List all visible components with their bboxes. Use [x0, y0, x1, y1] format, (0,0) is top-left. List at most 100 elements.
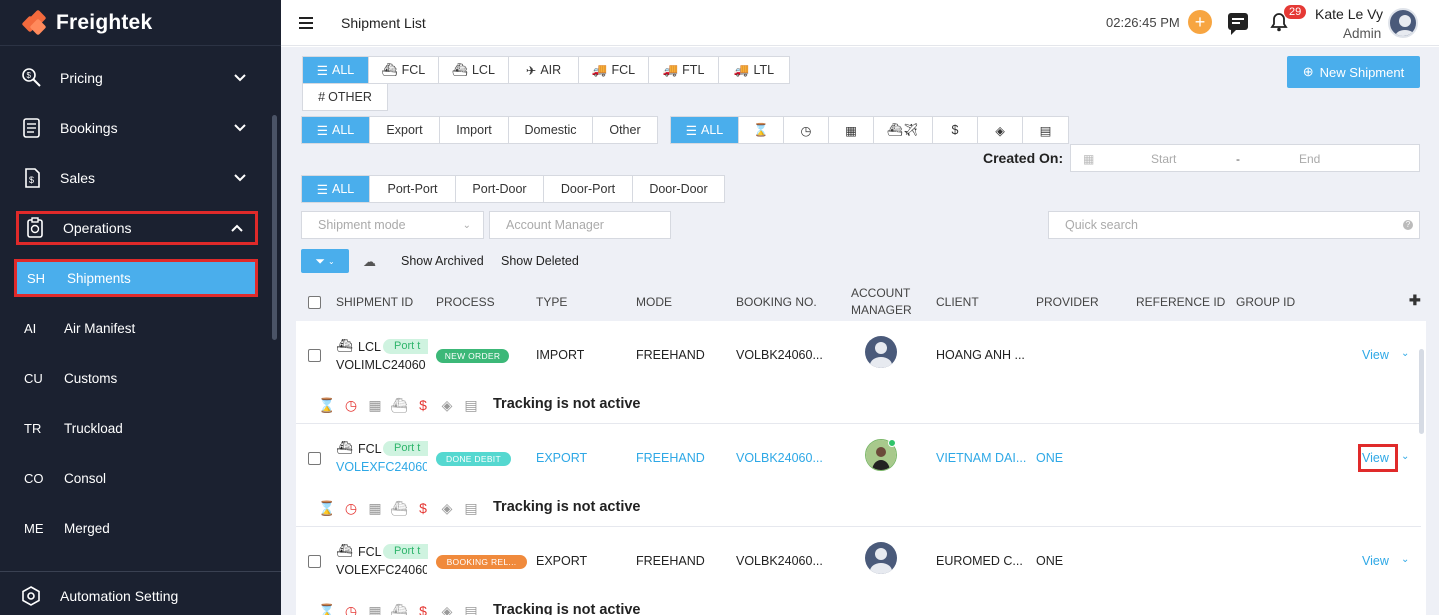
- table-row[interactable]: ⛴ LCL Port t VOLIMLC24060 NEW ORDER IMPO…: [296, 321, 1421, 424]
- sidebar-item-automation-setting[interactable]: Automation Setting: [16, 579, 258, 613]
- tab-mode-air[interactable]: ✈ AIR: [509, 57, 579, 83]
- account-manager-select[interactable]: Account Manager: [489, 211, 671, 239]
- avatar[interactable]: [1388, 8, 1418, 38]
- column-header-group-id[interactable]: GROUP ID: [1236, 295, 1295, 309]
- row-checkbox[interactable]: [308, 349, 321, 362]
- chat-icon[interactable]: [1228, 13, 1248, 35]
- tab-mode-fcl-truck[interactable]: 🚚 FCL: [579, 57, 649, 83]
- select-all-checkbox[interactable]: [308, 296, 321, 309]
- booking-no-cell[interactable]: VOLBK24060...: [736, 554, 823, 568]
- tab-type-import[interactable]: Import: [440, 117, 509, 143]
- show-archived-toggle[interactable]: Show Archived: [401, 254, 484, 268]
- column-header-shipment-id[interactable]: SHIPMENT ID: [336, 295, 413, 309]
- date-range-separator: -: [1236, 152, 1240, 166]
- list-icon: ☰: [685, 123, 697, 138]
- quick-search-input[interactable]: Quick search ?: [1048, 211, 1420, 239]
- filter-button[interactable]: ⏷ ⌄: [301, 249, 349, 273]
- tab-route-all[interactable]: ☰ ALL: [302, 176, 370, 202]
- sidebar-subitem-customs[interactable]: CU Customs: [14, 359, 258, 397]
- tab-route-port-door[interactable]: Port-Door: [456, 176, 544, 202]
- client-cell[interactable]: VIETNAM DAI...: [936, 451, 1026, 465]
- sidebar-subitem-code: AI: [24, 320, 37, 336]
- tag-icon[interactable]: ◈: [978, 117, 1023, 143]
- tab-mode-fcl-sea[interactable]: ⛴ FCL: [369, 57, 439, 83]
- chevron-down-icon[interactable]: ⌄: [1401, 451, 1409, 462]
- tab-type-other[interactable]: Other: [593, 117, 657, 143]
- tab-route-door-port[interactable]: Door-Port: [544, 176, 633, 202]
- shipment-id[interactable]: VOLIMLC24060: [336, 358, 427, 372]
- view-button[interactable]: View: [1362, 348, 1389, 362]
- tab-route-door-door[interactable]: Door-Door: [633, 176, 724, 202]
- tab-type-export[interactable]: Export: [370, 117, 440, 143]
- dollar-icon[interactable]: $: [933, 117, 978, 143]
- sidebar-subitem-merged[interactable]: ME Merged: [14, 509, 258, 547]
- column-header-reference-id[interactable]: REFERENCE ID: [1136, 295, 1225, 309]
- chevron-down-icon[interactable]: ⌄: [1401, 348, 1409, 359]
- tab-mode-ftl[interactable]: 🚚 FTL: [649, 57, 719, 83]
- sidebar-item-bookings[interactable]: Bookings: [16, 111, 258, 145]
- ship-plane-icon[interactable]: ⛴✈: [874, 117, 933, 143]
- tab-mode-ltl[interactable]: 🚚 LTL: [719, 57, 789, 83]
- tab-mode-all[interactable]: ☰ ALL: [303, 57, 369, 83]
- date-start-field[interactable]: Start: [1151, 152, 1176, 166]
- sidebar-subitem-consol[interactable]: CO Consol: [14, 459, 258, 497]
- shipment-mode-select[interactable]: Shipment mode ⌄: [301, 211, 484, 239]
- add-column-icon[interactable]: ✚: [1409, 292, 1421, 309]
- help-icon[interactable]: ?: [1403, 220, 1413, 230]
- sidebar-subitem-code: CU: [24, 370, 43, 386]
- sidebar-scrollbar[interactable]: [272, 115, 277, 340]
- column-header-provider[interactable]: PROVIDER: [1036, 295, 1099, 309]
- column-header-mode[interactable]: MODE: [636, 295, 672, 309]
- client-cell[interactable]: HOANG ANH ...: [936, 348, 1025, 362]
- document-icon[interactable]: ▤: [1023, 117, 1068, 143]
- view-button[interactable]: View: [1362, 554, 1389, 568]
- date-end-field[interactable]: End: [1299, 152, 1320, 166]
- table-row[interactable]: ⛴ FCL Port t VOLEXFC24060 BOOKING REL...…: [296, 527, 1421, 615]
- created-on-date-range[interactable]: ▦ Start - End: [1070, 144, 1420, 172]
- table-row[interactable]: ⛴ FCL Port t VOLEXFC24060 DONE DEBIT EXP…: [296, 424, 1421, 527]
- column-header-booking-no[interactable]: BOOKING NO.: [736, 295, 817, 309]
- tab-type-domestic[interactable]: Domestic: [509, 117, 593, 143]
- tag-icon: ◈: [441, 602, 453, 615]
- sidebar-item-operations[interactable]: Operations: [16, 211, 258, 245]
- tab-mode-other[interactable]: # OTHER: [303, 84, 387, 110]
- column-header-account[interactable]: ACCOUNT: [851, 286, 910, 300]
- sidebar-subitem-shipments[interactable]: SH Shipments: [14, 259, 258, 297]
- quick-add-button[interactable]: +: [1188, 10, 1212, 34]
- tab-label: ALL: [331, 123, 355, 137]
- hamburger-menu-icon[interactable]: [299, 14, 313, 32]
- column-header-manager[interactable]: MANAGER: [851, 303, 912, 317]
- chevron-down-icon[interactable]: ⌄: [1401, 554, 1409, 565]
- plane-icon: ✈: [525, 63, 537, 78]
- column-header-type[interactable]: TYPE: [536, 295, 567, 309]
- tab-route-port-port[interactable]: Port-Port: [370, 176, 456, 202]
- clock-icon[interactable]: ◷: [784, 117, 829, 143]
- provider-cell[interactable]: ONE: [1036, 554, 1063, 568]
- cloud-download-icon[interactable]: ☁: [363, 254, 376, 270]
- booking-no-cell[interactable]: VOLBK24060...: [736, 451, 823, 465]
- sidebar-item-pricing[interactable]: $ Pricing: [16, 61, 258, 95]
- new-shipment-button[interactable]: ⊕ New Shipment: [1287, 56, 1420, 88]
- table-scrollbar[interactable]: [1419, 349, 1424, 434]
- sidebar-subitem-truckload[interactable]: TR Truckload: [14, 409, 258, 447]
- column-header-process[interactable]: PROCESS: [436, 295, 495, 309]
- row-checkbox[interactable]: [308, 452, 321, 465]
- shipment-id[interactable]: VOLEXFC24060: [336, 460, 427, 474]
- shipment-id[interactable]: VOLEXFC24060: [336, 563, 427, 577]
- user-name[interactable]: Kate Le Vy: [1315, 6, 1383, 22]
- chevron-down-icon: ⌄: [327, 256, 335, 266]
- column-header-client[interactable]: CLIENT: [936, 295, 979, 309]
- show-deleted-toggle[interactable]: Show Deleted: [501, 254, 579, 268]
- sidebar-subitem-air-manifest[interactable]: AI Air Manifest: [14, 309, 258, 347]
- tab-type-all[interactable]: ☰ ALL: [302, 117, 370, 143]
- row-checkbox[interactable]: [308, 555, 321, 568]
- sidebar-item-sales[interactable]: $ Sales: [16, 161, 258, 195]
- booking-no-cell[interactable]: VOLBK24060...: [736, 348, 823, 362]
- provider-cell[interactable]: ONE: [1036, 451, 1063, 465]
- calendar-icon[interactable]: ▦: [829, 117, 874, 143]
- tab-mode-lcl[interactable]: ⛴ LCL: [439, 57, 509, 83]
- client-cell[interactable]: EUROMED C...: [936, 554, 1023, 568]
- hourglass-icon[interactable]: ⌛: [739, 117, 784, 143]
- brand-logo[interactable]: Freightek: [0, 0, 281, 46]
- tab-status-all[interactable]: ☰ ALL: [671, 117, 739, 143]
